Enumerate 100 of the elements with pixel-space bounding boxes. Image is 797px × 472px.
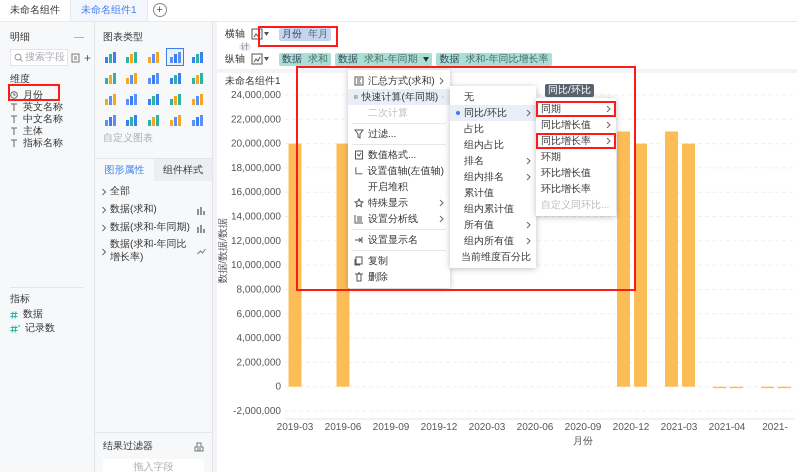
swap-axes-button[interactable]: 计 <box>239 42 251 50</box>
y-tick-label: 16,000,000 <box>230 187 281 198</box>
add-tab-button[interactable]: + <box>152 3 167 17</box>
chart-settings-icon <box>251 53 263 65</box>
chevron-icon <box>526 109 531 117</box>
tree-item[interactable]: 数据(求和-年同比增长率) <box>110 239 194 264</box>
tree-item[interactable]: 数据(求和-年同期) <box>110 222 194 234</box>
menu-item[interactable]: 快速计算(年同期) <box>348 89 450 105</box>
menu-item[interactable]: 环比增长率 <box>536 181 616 197</box>
field-pill[interactable]: 月份 年月 <box>279 28 331 40</box>
text-type-icon <box>10 139 18 147</box>
x-tick-label: 2021-04 <box>708 422 746 433</box>
menu-item[interactable]: 汇总方式(求和) <box>348 73 450 89</box>
y-tick-label: 20,000,000 <box>230 138 281 150</box>
menu-item[interactable]: 同比增长率 <box>536 133 616 149</box>
panel-title: 结果过滤器 <box>103 440 153 454</box>
panel-title: 明细 <box>10 31 30 45</box>
funnel-icon <box>354 129 364 139</box>
menu-item[interactable]: 设置分析线 <box>348 211 450 227</box>
tree-item[interactable]: 数据(求和) <box>110 204 194 216</box>
menu-item[interactable]: 同比增长值 <box>536 117 616 133</box>
y-tick-label: 14,000,000 <box>230 212 281 223</box>
search-icon <box>14 53 23 62</box>
field-item[interactable]: 主体 <box>23 124 43 138</box>
bar-chart-icon <box>197 224 206 232</box>
menu-item[interactable]: 数值格式... <box>348 147 450 163</box>
bar-chart-icon <box>197 206 206 214</box>
menu-item[interactable]: 设置显示名 <box>348 232 450 248</box>
menu-item[interactable]: 同比/环比 <box>450 105 536 121</box>
field-pill[interactable]: 数据 求和-年同比增长率 <box>436 52 552 66</box>
menu-item[interactable]: 所有值 <box>450 217 536 233</box>
y-tick-label: 10,000,000 <box>230 260 281 272</box>
clock-icon <box>10 91 18 99</box>
chart-type-button[interactable] <box>166 48 184 66</box>
tree-item[interactable]: 全部 <box>110 186 206 198</box>
menu-item[interactable]: 组内占比 <box>450 137 536 153</box>
section-title: 指标 <box>10 292 31 307</box>
field-item[interactable]: 记录数 <box>25 321 55 336</box>
line-chart-icon <box>197 247 206 256</box>
menu-item[interactable]: 同期 <box>536 101 616 117</box>
lines-icon <box>354 214 364 224</box>
x-tick-label: 2020-06 <box>516 422 554 433</box>
chevron-icon <box>101 248 107 256</box>
field-item[interactable]: 中文名称 <box>23 112 63 126</box>
menu-item[interactable]: 过滤... <box>348 126 450 142</box>
menu-item[interactable]: 累计值 <box>450 185 536 201</box>
hash-dot-icon <box>10 324 20 332</box>
chart-settings-icon <box>251 28 263 40</box>
menu-item[interactable]: 排名 <box>450 153 536 169</box>
menu-item[interactable]: 环比增长值 <box>536 165 616 181</box>
field-item[interactable]: 月份 <box>23 88 43 102</box>
chart-title: 未命名组件1 <box>225 76 281 87</box>
menu-item[interactable]: 无 <box>450 89 536 105</box>
text-type-icon <box>10 103 18 111</box>
caret-icon <box>423 56 430 62</box>
y-tick-label: 2,000,000 <box>236 357 281 368</box>
field-item[interactable]: 数据 <box>23 307 43 322</box>
y-tick-label: 24,000,000 <box>230 90 281 101</box>
axis-icon <box>354 166 364 176</box>
search-field[interactable]: 搜索字段 <box>10 49 68 66</box>
y-tick-label: 4,000,000 <box>236 333 281 344</box>
menu-item[interactable]: 特殊显示 <box>348 195 450 211</box>
menu-item[interactable]: 组内累计值 <box>450 201 536 217</box>
x-tick-label: 2020-12 <box>612 422 650 433</box>
field-pill[interactable]: 数据 求和-年同期 <box>335 52 432 66</box>
chevron-icon <box>101 188 107 196</box>
tab[interactable]: 未命名组件1 <box>71 0 148 21</box>
caret-icon <box>264 32 269 36</box>
y-tick-label: 6,000,000 <box>236 308 281 320</box>
property-tab[interactable]: 组件样式 <box>154 159 212 181</box>
menu-item[interactable]: 设置值轴(左值轴) <box>348 163 450 179</box>
x-tick-label: 2021-03 <box>660 422 698 433</box>
chevron-icon <box>101 224 107 232</box>
y-tick-label: 0 <box>275 382 281 393</box>
panel-title: 图表类型 <box>102 30 144 45</box>
section-title: 维度 <box>9 72 31 87</box>
x-axis-title: 月份 <box>573 436 593 447</box>
y-tick-label: 12,000,000 <box>230 236 281 247</box>
axis-label: 横轴 <box>225 28 246 42</box>
menu-item: 二次计算 <box>367 106 409 120</box>
menu-item[interactable]: 当前维度百分比 <box>450 249 536 265</box>
copy-icon <box>354 256 364 266</box>
menu-item[interactable]: 环期 <box>536 149 616 165</box>
y-tick-label: 8,000,000 <box>236 284 281 296</box>
field-item[interactable]: 指标名称 <box>23 136 63 150</box>
chevron-icon <box>101 206 107 214</box>
menu-item[interactable]: 复制 <box>348 253 450 269</box>
x-tick-label: 2019-03 <box>276 422 314 433</box>
trash-icon <box>354 272 364 282</box>
add-field-button[interactable]: + <box>84 52 92 64</box>
field-pill[interactable]: 数据 求和 <box>279 52 331 66</box>
menu-item[interactable]: 开启堆积 <box>348 179 450 195</box>
menu-item[interactable]: 组内排名 <box>450 169 536 185</box>
arrow-icon <box>354 235 364 245</box>
x-tick-label: 2020-09 <box>564 422 602 433</box>
menu-item[interactable]: 组内所有值 <box>450 233 536 249</box>
field-item[interactable]: 英文名称 <box>23 100 63 114</box>
menu-item[interactable]: 删除 <box>348 269 450 285</box>
document-icon <box>354 150 364 160</box>
menu-item[interactable]: 占比 <box>450 121 536 137</box>
